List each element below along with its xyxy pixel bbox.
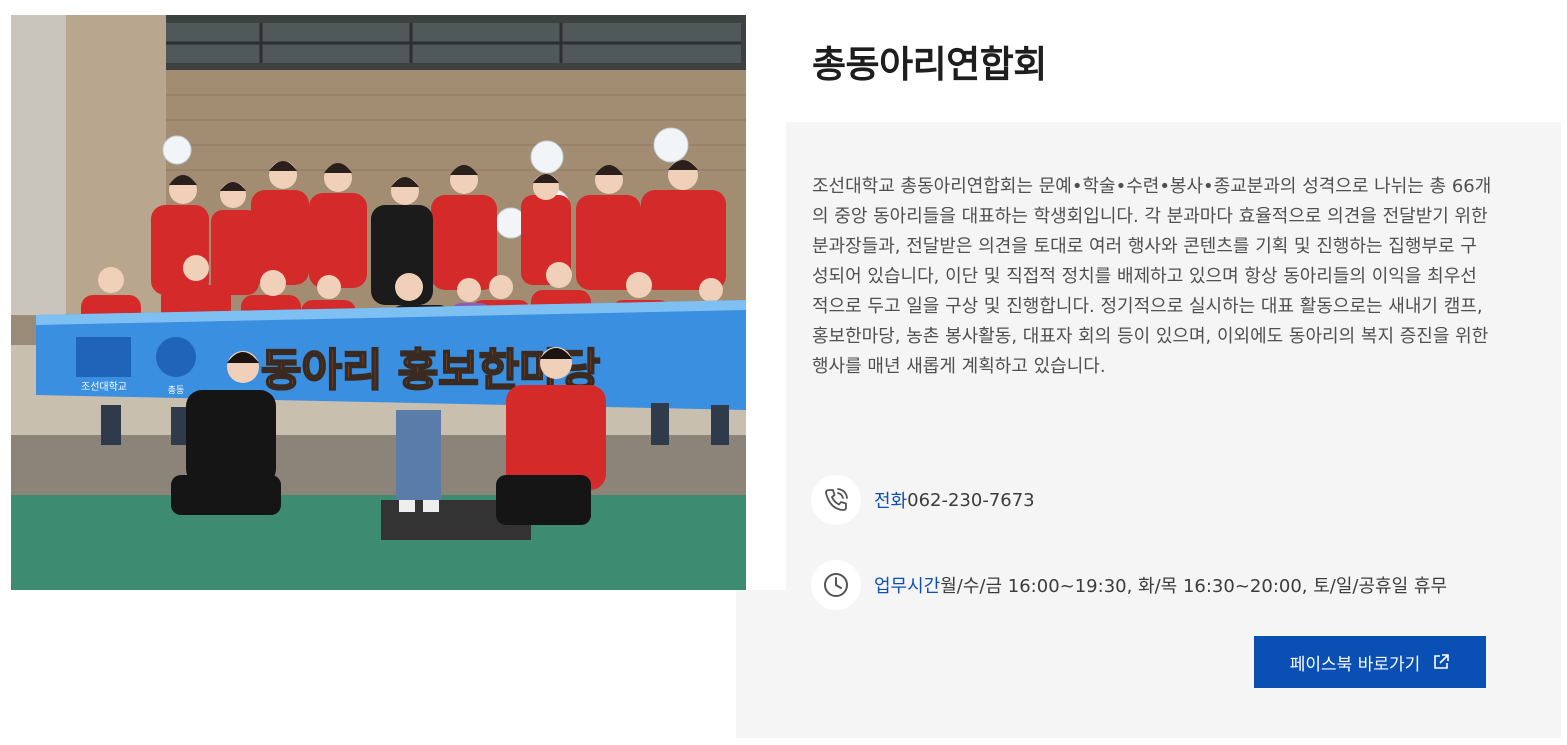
facebook-button-label: 페이스북 바로가기 <box>1289 654 1421 675</box>
standing-person <box>396 410 441 512</box>
group-photo: 조선대학교 총동 동아리 홍보한마당 <box>11 15 786 590</box>
promotion-banner: 조선대학교 총동 동아리 홍보한마당 <box>36 300 746 410</box>
phone-label: 전화 <box>874 491 908 512</box>
banner-logo-text: 조선대학교 <box>81 381 127 393</box>
page-title: 총동아리연합회 <box>812 43 1047 86</box>
hours-label: 업무시간 <box>874 576 941 597</box>
external-link-icon <box>1432 653 1450 671</box>
clock-icon-circle <box>811 560 861 610</box>
phone-ringing-icon <box>825 488 848 511</box>
hours-info-row: 업무시간 월/수/금 16:00~19:30, 화/목 16:30~20:00,… <box>811 560 1447 610</box>
org-description: 조선대학교 총동아리연합회는 문예•학술•수련•봉사•종교분과의 성격으로 나뉘… <box>812 176 1492 377</box>
clock-icon <box>824 573 848 597</box>
facebook-link-button[interactable]: 페이스북 바로가기 <box>1254 636 1486 688</box>
phone-number: 062-230-7673 <box>907 489 1035 511</box>
phone-icon-circle <box>811 475 861 525</box>
hours-value: 월/수/금 16:00~19:30, 화/목 16:30~20:00, 토/일/… <box>940 576 1447 597</box>
phone-info-row: 전화 062-230-7673 <box>811 475 1035 525</box>
banner-logo-sub: 총동 <box>168 385 185 396</box>
group-photo-illustration: 조선대학교 총동 동아리 홍보한마당 <box>11 15 786 590</box>
